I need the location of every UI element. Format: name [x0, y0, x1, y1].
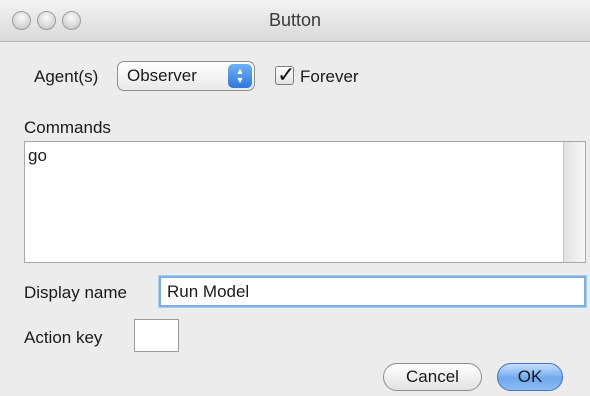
forever-label: Forever: [300, 67, 359, 86]
ok-button[interactable]: OK: [497, 363, 563, 391]
select-arrows-icon: ▲ ▼: [228, 64, 252, 88]
commands-scrollbar[interactable]: [563, 142, 585, 262]
display-name-text: Run Model: [167, 282, 250, 301]
action-key-label: Action key: [24, 328, 103, 347]
cancel-button[interactable]: Cancel: [383, 363, 482, 391]
button-dialog: Button Agent(s) Observer ▲ ▼ ✓ Forever Co…: [0, 0, 590, 396]
agents-label: Agent(s): [34, 67, 99, 86]
agents-select-value: Observer: [127, 66, 197, 85]
agents-select[interactable]: Observer ▲ ▼: [117, 61, 255, 91]
commands-text: go: [28, 146, 47, 165]
display-name-label: Display name: [24, 283, 127, 302]
title-bar: Button: [0, 0, 590, 42]
forever-checkbox[interactable]: ✓: [275, 62, 295, 87]
window-title: Button: [268, 10, 322, 30]
commands-label: Commands: [24, 118, 111, 137]
commands-textarea[interactable]: go: [24, 141, 586, 263]
display-name-input[interactable]: Run Model: [159, 276, 586, 307]
checkmark-icon: ✓: [277, 62, 296, 87]
action-key-input[interactable]: [134, 319, 179, 352]
